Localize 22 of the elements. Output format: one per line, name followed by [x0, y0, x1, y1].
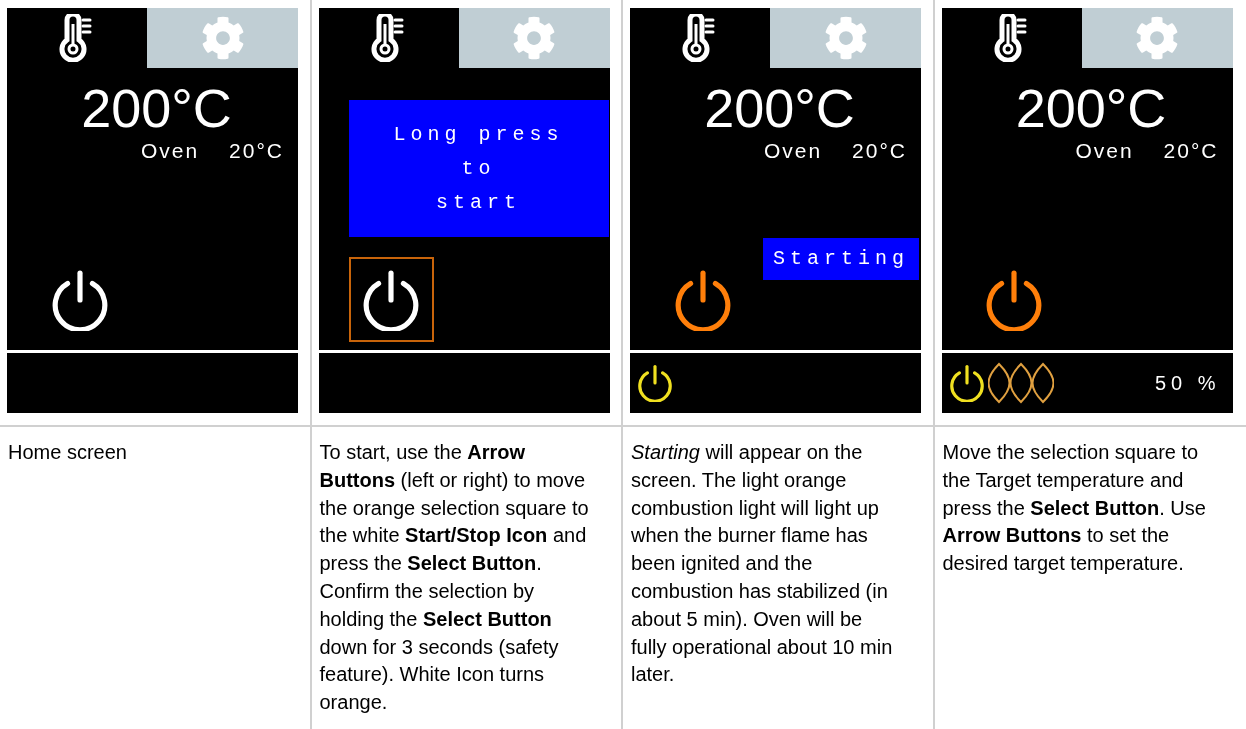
message-text: Long press [393, 121, 564, 148]
selection-square[interactable] [348, 257, 434, 342]
message-text: start [436, 189, 521, 216]
target-temperature[interactable]: 200°C [704, 78, 855, 138]
flame-icon [987, 362, 1054, 404]
oven-label: Oven [763, 138, 823, 164]
target-temperature[interactable]: 200°C [1015, 78, 1167, 138]
step-description: Move the selection square to the Target temperature and press the Select Button. Use Arrow Buttons to set the desired target temperature. [941, 440, 1207, 577]
oven-temperature: 20°C [229, 138, 284, 164]
oven-temperature: 20°C [1163, 138, 1219, 164]
oven-temperature: 20°C [852, 138, 907, 164]
step-description: Home screen [7, 440, 128, 465]
burner-power-icon [636, 364, 674, 402]
power-reading: 50 % [1154, 371, 1221, 396]
oven-label: Oven [140, 138, 200, 164]
burner-power-icon [947, 364, 986, 402]
step-description: Starting will appear on the screen. The light orange combustion light will light up when the burner flame has been ignited and the combustion has stabilized (in about 5 min). Oven will be fully operational about 10 min later. [630, 440, 894, 688]
step-description: To start, use the Arrow Buttons (left or right) to move the orange selection square to the white Start/Stop Icon and press the Select Button. Confirm the selection by holding the Select Button down for 3 seconds (safety feature). White Icon turns orange. [318, 440, 590, 716]
oven-label: Oven [1075, 138, 1134, 164]
message-text: to [461, 155, 496, 182]
target-temperature[interactable]: 200°C [81, 78, 232, 138]
starting-banner: Starting [763, 238, 919, 280]
